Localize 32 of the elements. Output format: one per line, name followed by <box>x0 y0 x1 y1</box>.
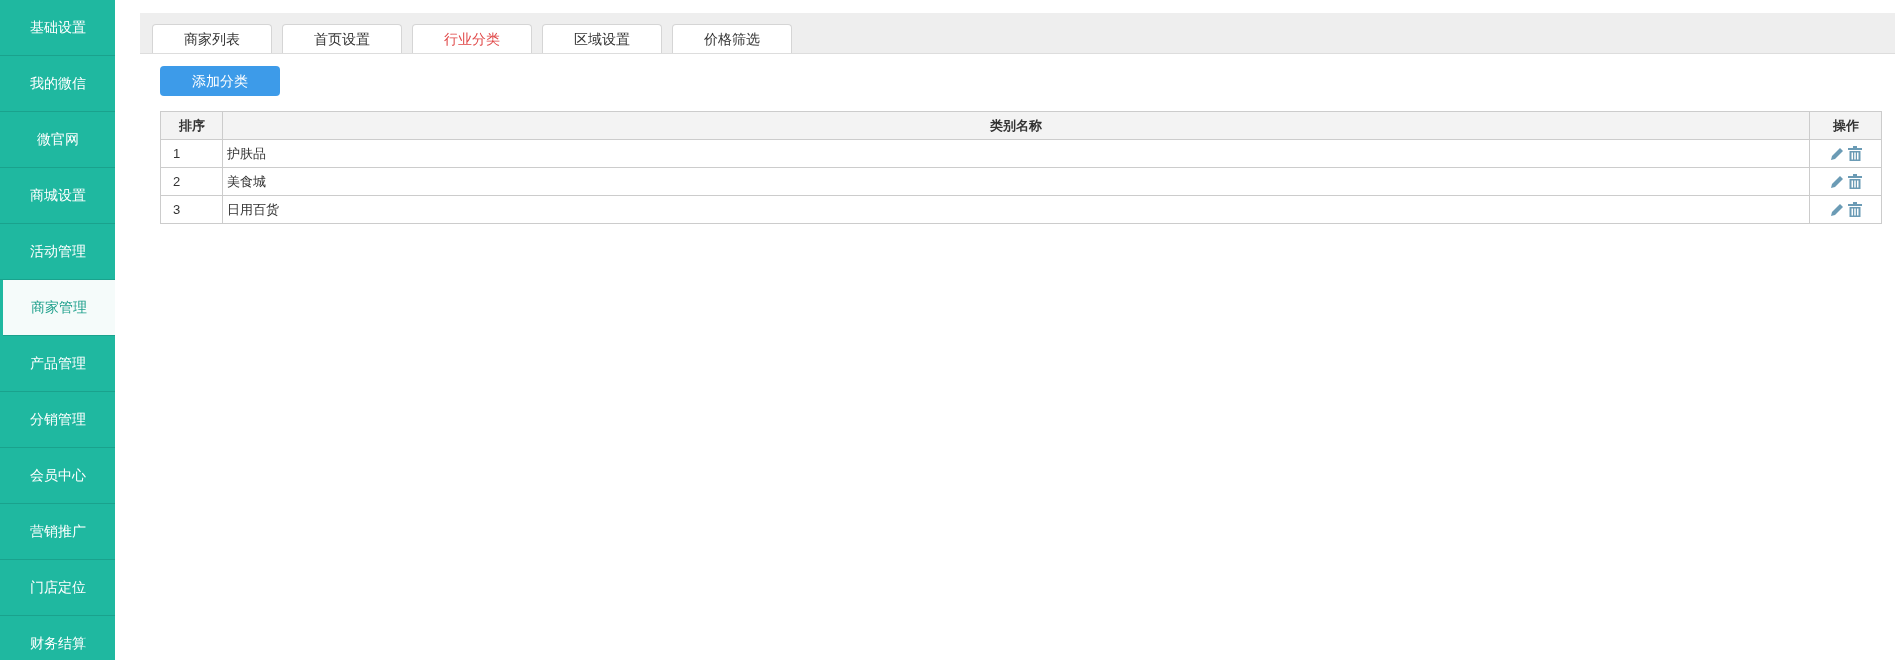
sidebar-item[interactable]: 分销管理 <box>0 392 115 448</box>
table-cell: 护肤品 <box>222 139 1810 168</box>
tab[interactable]: 区域设置 <box>542 24 662 53</box>
sidebar-item[interactable]: 会员中心 <box>0 448 115 504</box>
add-category-button[interactable]: 添加分类 <box>160 66 280 96</box>
table-cell: 美食城 <box>222 167 1810 196</box>
sidebar-item[interactable]: 我的微信 <box>0 56 115 112</box>
trash-icon[interactable] <box>1846 145 1863 162</box>
tab[interactable]: 首页设置 <box>282 24 402 53</box>
table-cell: 日用百货 <box>222 195 1810 224</box>
sidebar-item[interactable]: 产品管理 <box>0 336 115 392</box>
sidebar-item[interactable]: 基础设置 <box>0 0 115 56</box>
sidebar-item[interactable]: 财务结算 <box>0 616 115 660</box>
tab[interactable]: 价格筛选 <box>672 24 792 53</box>
pencil-icon[interactable] <box>1828 145 1845 162</box>
sidebar-item[interactable]: 营销推广 <box>0 504 115 560</box>
pencil-icon[interactable] <box>1828 201 1845 218</box>
table-cell: 2 <box>160 167 223 196</box>
column-header: 类别名称 <box>222 111 1810 140</box>
column-header: 排序 <box>160 111 223 140</box>
trash-icon[interactable] <box>1846 201 1863 218</box>
tab[interactable]: 商家列表 <box>152 24 272 53</box>
column-header: 操作 <box>1809 111 1882 140</box>
sidebar-item[interactable]: 商家管理 <box>3 280 115 336</box>
pencil-icon[interactable] <box>1828 173 1845 190</box>
table-cell: 3 <box>160 195 223 224</box>
trash-icon[interactable] <box>1846 173 1863 190</box>
sidebar-item[interactable]: 商城设置 <box>0 168 115 224</box>
tab[interactable]: 行业分类 <box>412 24 532 53</box>
table-cell: 1 <box>160 139 223 168</box>
sidebar-item[interactable]: 门店定位 <box>0 560 115 616</box>
sidebar-item[interactable]: 微官网 <box>0 112 115 168</box>
